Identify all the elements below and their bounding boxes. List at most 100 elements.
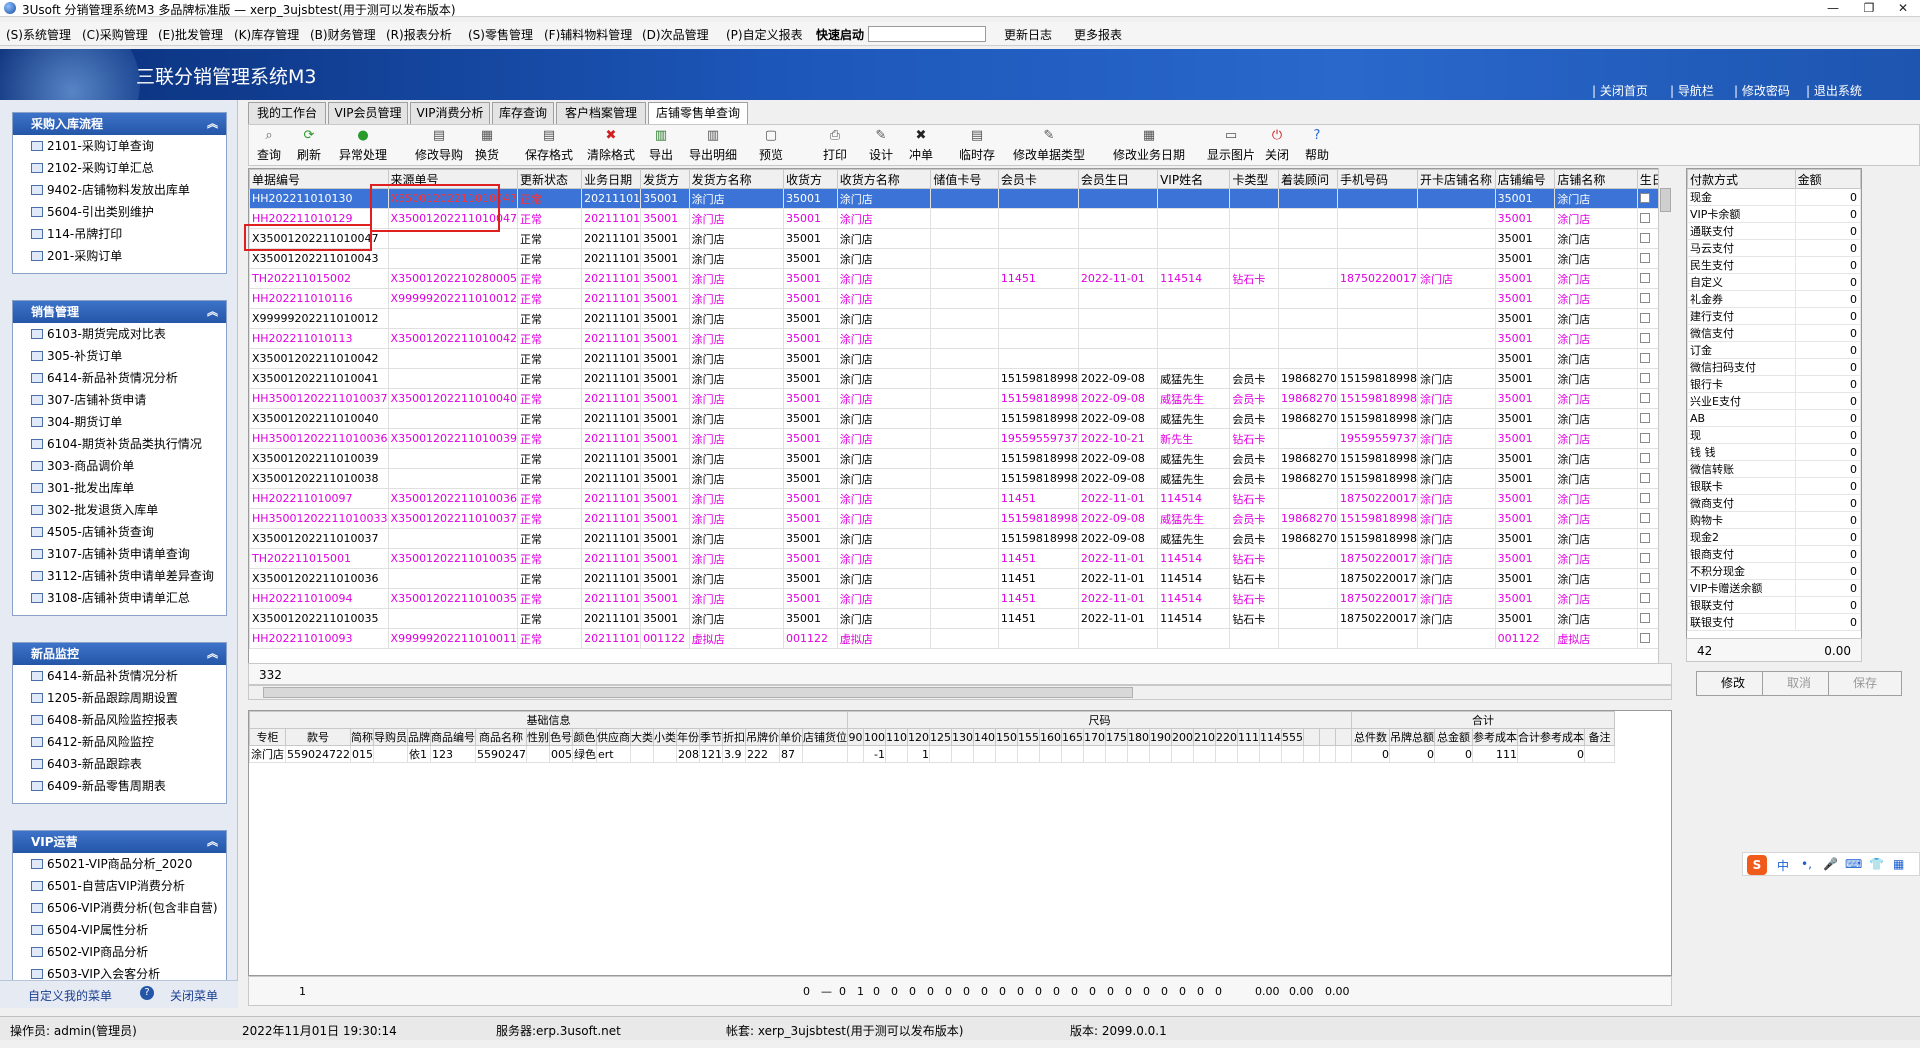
table-cell[interactable] xyxy=(1278,588,1338,609)
table-cell[interactable]: 涂门店 xyxy=(836,508,932,529)
table-cell[interactable]: 正常 xyxy=(517,468,583,489)
table-cell[interactable]: 涂门店 xyxy=(688,468,785,489)
table-cell[interactable]: 35001 xyxy=(1494,408,1556,429)
table-cell[interactable] xyxy=(1416,228,1496,249)
menu-retail[interactable]: (S)零售管理 xyxy=(468,26,533,43)
payment-row[interactable]: 银联卡 0 xyxy=(1687,477,1861,495)
detail-cell[interactable] xyxy=(1149,745,1172,763)
table-row[interactable]: X99999202211010012 正常 20211101 35001 涂门店 3500… xyxy=(249,308,1671,329)
checkbox[interactable] xyxy=(1639,353,1650,363)
detail-cell[interactable]: 005 xyxy=(549,745,573,763)
table-cell[interactable] xyxy=(930,548,999,569)
cancel-button[interactable]: 取消 xyxy=(1762,671,1836,696)
table-cell[interactable]: 114514 xyxy=(1157,268,1231,289)
table-cell[interactable]: 35001 xyxy=(640,288,690,309)
table-cell[interactable]: 20211101 xyxy=(581,408,642,429)
table-cell[interactable]: 正常 xyxy=(517,568,583,589)
table-cell[interactable] xyxy=(1278,608,1338,629)
payment-row[interactable]: 兴业E支付 0 xyxy=(1687,392,1861,410)
table-row[interactable]: TH202211015001 X35001202211010035 正常 202111… xyxy=(249,548,1671,569)
table-cell[interactable] xyxy=(387,468,519,489)
payment-method[interactable]: 微信支付 xyxy=(1687,324,1796,342)
sidebar-item[interactable]: 6409-新品零售周期表 xyxy=(13,775,226,797)
checkbox[interactable] xyxy=(1639,213,1650,223)
table-row[interactable]: X35001202211010035 正常 20211101 35001 涂门店 3500… xyxy=(249,608,1671,629)
table-cell[interactable]: 15159818998 xyxy=(997,468,1079,489)
table-row[interactable]: HH202211010116 X99999202211010012 正常 202111… xyxy=(249,288,1671,309)
table-cell[interactable]: 19559559737 xyxy=(997,428,1079,449)
toolbar-button-search[interactable]: ⌕ 查询 xyxy=(257,128,281,163)
menu-inventory[interactable]: (K)库存管理 xyxy=(234,26,299,43)
payment-row[interactable]: 现金2 0 xyxy=(1687,528,1861,546)
table-cell[interactable]: X35001202211010039 xyxy=(249,448,389,469)
sidebar-item[interactable]: 304-期货订单 xyxy=(13,411,226,433)
toolbar-button-close[interactable]: ⏻ 关闭 xyxy=(1265,128,1289,163)
checkbox[interactable] xyxy=(1639,573,1650,583)
table-row[interactable]: X35001202211010043 正常 20211101 35001 涂门店 3500… xyxy=(249,248,1671,269)
menu-defective[interactable]: (D)次品管理 xyxy=(642,26,709,43)
table-cell[interactable]: 涂门店 xyxy=(836,488,932,509)
detail-cell[interactable] xyxy=(1061,745,1084,763)
table-cell[interactable]: 35001 xyxy=(1494,448,1556,469)
table-cell[interactable]: 涂门店 xyxy=(1554,208,1638,229)
table-cell[interactable]: 会员卡 xyxy=(1229,448,1279,469)
table-cell[interactable]: 35001 xyxy=(1494,488,1556,509)
checkbox[interactable] xyxy=(1639,633,1650,643)
payment-method[interactable]: 银商支付 xyxy=(1687,545,1796,563)
menu-finance[interactable]: (B)财务管理 xyxy=(310,26,376,43)
table-cell[interactable] xyxy=(387,608,519,629)
table-cell[interactable]: 35001 xyxy=(783,228,838,249)
table-cell[interactable]: 涂门店 xyxy=(688,208,785,229)
table-cell[interactable]: 威猛先生 xyxy=(1157,468,1231,489)
table-cell[interactable] xyxy=(1229,188,1279,209)
payment-row[interactable]: 马云支付 0 xyxy=(1687,239,1861,257)
column-header[interactable]: 业务日期 xyxy=(581,169,642,189)
table-cell[interactable]: 35001 xyxy=(640,188,690,209)
panel-header[interactable]: 销售管理 ︽ xyxy=(13,301,226,323)
table-cell[interactable]: 35001 xyxy=(783,568,838,589)
detail-cell[interactable] xyxy=(630,745,654,763)
detail-cell[interactable]: 208 xyxy=(676,745,700,763)
table-cell[interactable] xyxy=(997,288,1079,309)
table-cell[interactable]: 18750220017 xyxy=(1337,268,1418,289)
detail-cell[interactable]: 依1 xyxy=(407,745,431,763)
table-cell[interactable] xyxy=(1229,248,1279,269)
table-cell[interactable] xyxy=(1416,308,1496,329)
detail-column-header[interactable]: 小类 xyxy=(653,728,677,746)
detail-column-header[interactable]: 总金额 xyxy=(1434,728,1473,746)
table-cell[interactable]: 2022-09-08 xyxy=(1077,508,1159,529)
detail-column-header[interactable]: 170 xyxy=(1083,728,1106,746)
menu-changelog[interactable]: 更新日志 xyxy=(1004,26,1052,43)
table-cell[interactable]: 35001 xyxy=(783,448,838,469)
detail-column-header[interactable]: 180 xyxy=(1127,728,1150,746)
table-cell[interactable]: 20211101 xyxy=(581,328,642,349)
payment-amount[interactable]: 0 xyxy=(1794,358,1861,376)
table-cell[interactable]: 35001 xyxy=(640,408,690,429)
menu-purchase[interactable]: (C)采购管理 xyxy=(82,26,148,43)
table-cell[interactable]: 涂门店 xyxy=(1416,408,1496,429)
table-cell[interactable]: 19868270 xyxy=(1278,508,1338,529)
toolbar-button-edit-guide[interactable]: ▤ 修改导购 xyxy=(415,128,463,163)
table-cell[interactable] xyxy=(1416,208,1496,229)
sidebar-item[interactable]: 201-采购订单 xyxy=(13,245,226,267)
detail-column-header[interactable]: 店铺货位 xyxy=(802,728,848,746)
payment-amount[interactable]: 0 xyxy=(1794,307,1861,325)
table-cell[interactable]: 涂门店 xyxy=(688,548,785,569)
table-cell[interactable]: 涂门店 xyxy=(836,408,932,429)
sidebar-item[interactable]: 3108-店铺补货申请单汇总 xyxy=(13,587,226,609)
detail-column-header[interactable]: 220 xyxy=(1215,728,1238,746)
table-cell[interactable]: 2022-11-01 xyxy=(1077,568,1159,589)
table-cell[interactable]: 2022-10-21 xyxy=(1077,428,1159,449)
table-cell[interactable] xyxy=(930,188,999,209)
table-cell[interactable]: 35001 xyxy=(640,208,690,229)
table-cell[interactable]: 35001 xyxy=(1494,388,1556,409)
table-cell[interactable] xyxy=(930,468,999,489)
table-cell[interactable]: 涂门店 xyxy=(1554,468,1638,489)
detail-cell[interactable] xyxy=(1335,745,1352,763)
payment-amount[interactable]: 0 xyxy=(1794,460,1861,478)
table-cell[interactable] xyxy=(1337,348,1418,369)
table-cell[interactable]: 正常 xyxy=(517,208,583,229)
menu-more-reports[interactable]: 更多报表 xyxy=(1074,26,1122,43)
panel-header[interactable]: 新品监控 ︽ xyxy=(13,643,226,665)
payment-row[interactable]: 自定义 0 xyxy=(1687,273,1861,291)
